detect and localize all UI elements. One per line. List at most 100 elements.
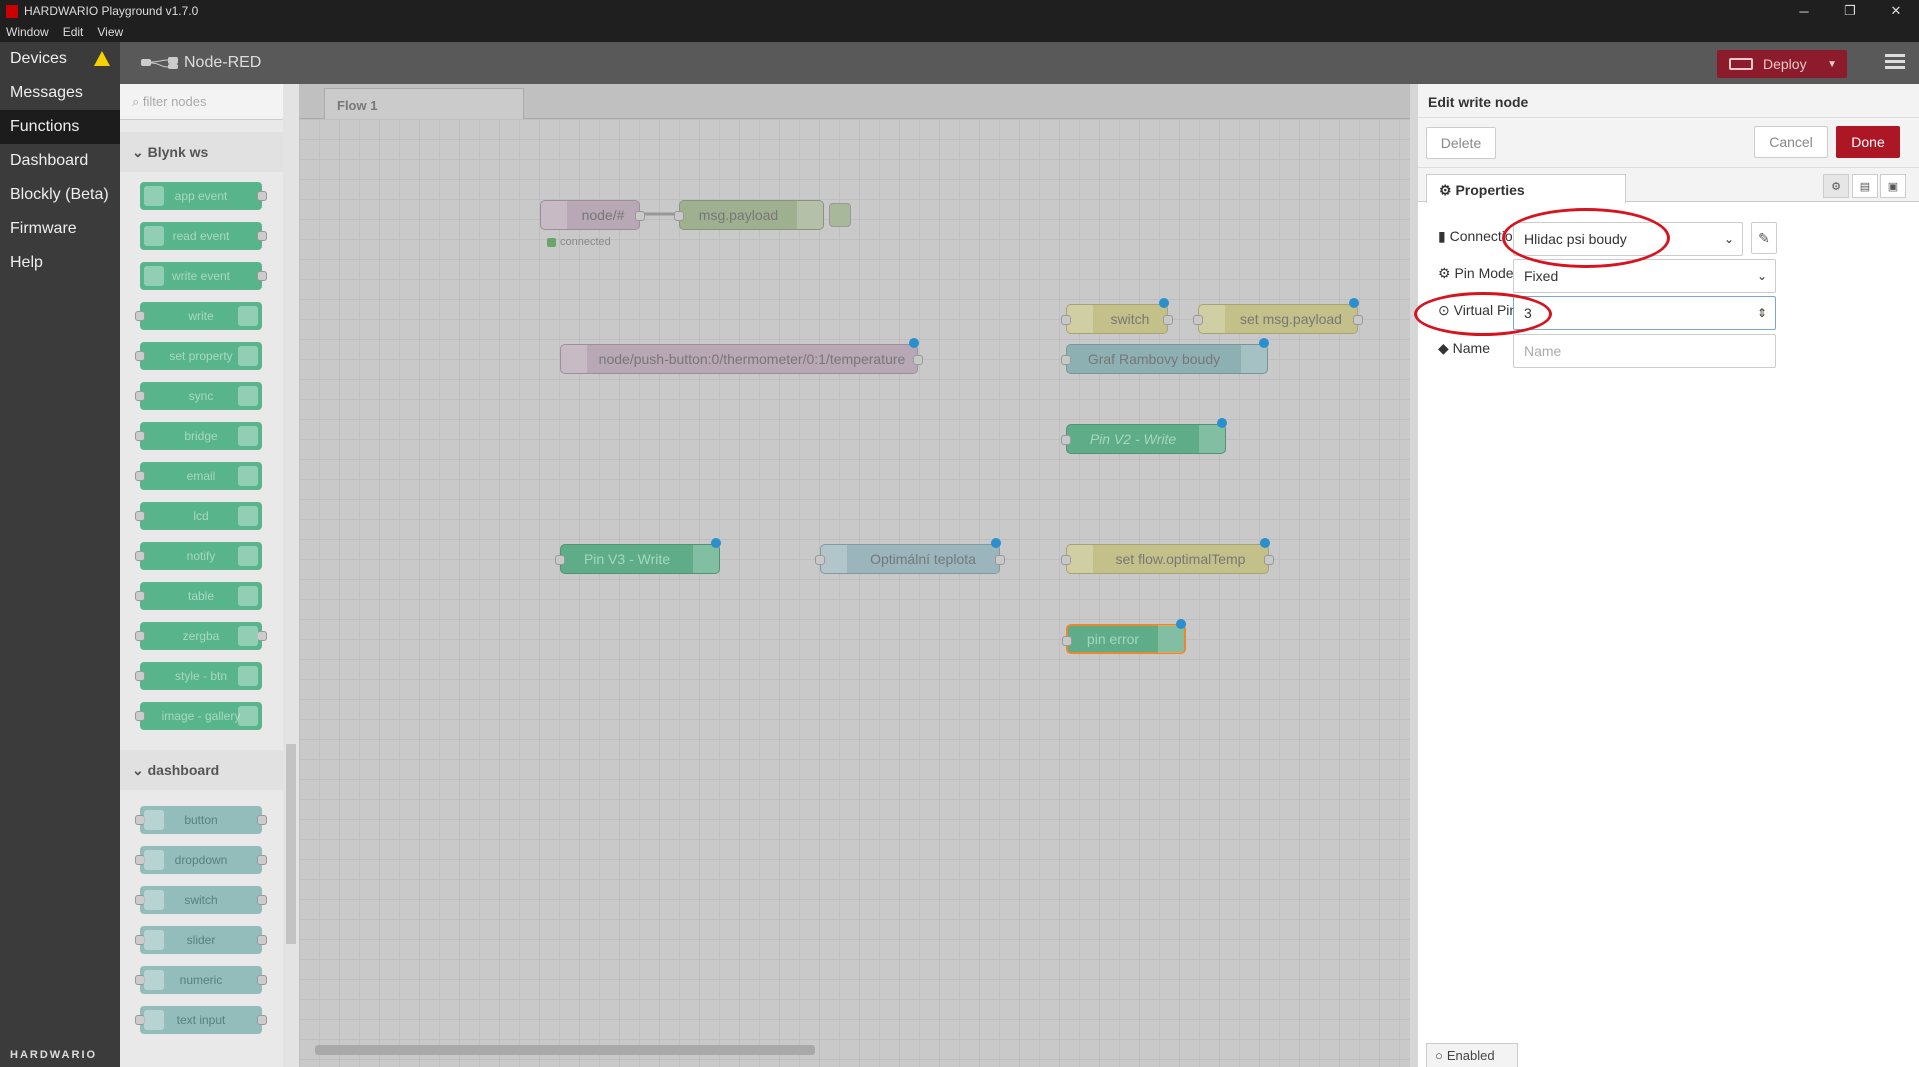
palette-node-label: style - btn	[174, 669, 228, 683]
palette-node[interactable]: table	[135, 582, 262, 610]
name-input[interactable]: Name	[1513, 334, 1776, 368]
workspace-canvas[interactable]: node/# connected msg.payload switch set …	[299, 119, 1410, 1067]
tray-title: Edit write node	[1418, 84, 1919, 118]
palette-node[interactable]: sync	[135, 382, 262, 410]
workspace-scrollbar[interactable]	[315, 1045, 815, 1055]
mqtt-in-node[interactable]: node/#	[540, 200, 645, 230]
menu-window[interactable]: Window	[6, 25, 49, 39]
chevron-down-icon: ⌄	[1723, 232, 1734, 246]
palette-node[interactable]: bridge	[135, 422, 262, 450]
palette-filter-input[interactable]: ⌕ filter nodes	[120, 84, 299, 120]
blynk-icon	[144, 186, 164, 206]
palette-node[interactable]: read event	[140, 222, 267, 250]
tab-properties[interactable]: ⚙ Properties	[1426, 174, 1626, 203]
tab-flow-1[interactable]: Flow 1	[324, 88, 524, 120]
email-icon	[238, 466, 258, 486]
nav-firmware[interactable]: Firmware	[0, 212, 120, 246]
deploy-button[interactable]: Deploy ▼	[1717, 50, 1847, 78]
nav-functions[interactable]: Functions	[0, 110, 120, 144]
nav-dashboard[interactable]: Dashboard	[0, 144, 120, 178]
hamburger-menu-icon[interactable]	[1885, 54, 1905, 72]
palette-node[interactable]: zergba	[135, 622, 267, 650]
palette-node[interactable]: write	[135, 302, 262, 330]
appearance-tab-icon[interactable]: ▣	[1880, 174, 1906, 198]
tray-toolbar: Delete Cancel Done	[1418, 118, 1919, 168]
palette-node[interactable]: notify	[135, 542, 262, 570]
chart-node[interactable]: Graf Rambovy boudy	[1061, 338, 1269, 374]
palette-node[interactable]: button	[135, 806, 267, 834]
node-label: set flow.optimalTemp	[1115, 551, 1246, 567]
left-navigation: Devices Messages Functions Dashboard Blo…	[0, 42, 120, 1067]
slider-icon	[144, 930, 164, 950]
node-label: pin error	[1086, 631, 1140, 647]
category-label: dashboard	[147, 762, 220, 778]
changed-indicator	[909, 338, 919, 348]
palette-node[interactable]: slider	[135, 926, 267, 954]
debug-node[interactable]: msg.payload	[674, 200, 824, 230]
nav-help[interactable]: Help	[0, 246, 120, 280]
image-icon	[238, 706, 258, 726]
cancel-button[interactable]: Cancel	[1754, 126, 1828, 158]
palette-node-label: set property	[169, 349, 233, 363]
close-button[interactable]: ✕	[1873, 0, 1919, 22]
spinner-icon[interactable]: ⇕	[1757, 306, 1767, 320]
changed-indicator	[1349, 298, 1359, 308]
palette-node[interactable]: app event	[140, 182, 267, 210]
settings-tab-icon[interactable]: ⚙	[1823, 174, 1849, 198]
changed-indicator	[1259, 338, 1269, 348]
nav-blockly[interactable]: Blockly (Beta)	[0, 178, 120, 212]
menu-view[interactable]: View	[97, 25, 123, 39]
maximize-button[interactable]: ❐	[1827, 0, 1873, 22]
palette-node[interactable]: dropdown	[135, 846, 267, 874]
set-flow-node[interactable]: set flow.optimalTemp	[1061, 538, 1274, 574]
palette-node[interactable]: lcd	[135, 502, 262, 530]
menu-edit[interactable]: Edit	[63, 25, 84, 39]
enabled-toggle[interactable]: ○ Enabled	[1426, 1043, 1518, 1067]
node-label: switch	[1110, 311, 1150, 327]
bridge-icon	[238, 426, 258, 446]
changed-indicator	[1217, 418, 1227, 428]
nav-messages[interactable]: Messages	[0, 76, 120, 110]
palette-node[interactable]: set property	[135, 342, 262, 370]
menu-bar: Window Edit View	[0, 22, 1919, 42]
palette-category-blynk[interactable]: ⌄ Blynk ws	[120, 132, 299, 172]
blynk-icon	[238, 346, 258, 366]
palette-category-dashboard[interactable]: ⌄ dashboard	[120, 750, 299, 790]
delete-button[interactable]: Delete	[1426, 127, 1496, 159]
description-tab-icon[interactable]: ▤	[1852, 174, 1878, 198]
numeric-node[interactable]: Optimální teplota	[815, 538, 1005, 574]
palette-node-label: write event	[171, 269, 231, 283]
palette-node[interactable]: text input	[135, 1006, 267, 1034]
gear-icon: ⚙	[1439, 182, 1456, 198]
palette-node[interactable]: style - btn	[135, 662, 262, 690]
numeric-icon	[144, 970, 164, 990]
palette-node-label: dropdown	[174, 853, 228, 867]
blynk-icon	[144, 266, 164, 286]
palette-node[interactable]: switch	[135, 886, 267, 914]
pin-v2-write-node[interactable]: Pin V2 - Write	[1061, 418, 1227, 454]
flow-workspace[interactable]: Flow 1 node/# connected msg.payload swit…	[299, 84, 1410, 1067]
scrollbar-thumb[interactable]	[286, 744, 296, 944]
chevron-down-icon[interactable]: ▼	[1827, 59, 1837, 70]
edit-connection-button[interactable]: ✎	[1751, 222, 1777, 254]
wires	[553, 212, 685, 216]
select-value: Fixed	[1524, 268, 1559, 284]
debug-toggle-button[interactable]	[829, 203, 851, 227]
done-button[interactable]: Done	[1836, 126, 1900, 158]
minimize-button[interactable]: ─	[1781, 0, 1827, 22]
palette-node[interactable]: email	[135, 462, 262, 490]
palette-node[interactable]: image - gallery	[135, 702, 262, 730]
filter-placeholder: filter nodes	[142, 94, 207, 109]
nav-devices[interactable]: Devices	[0, 42, 120, 76]
pin-v3-write-node[interactable]: Pin V3 - Write	[555, 538, 721, 574]
palette-node[interactable]: write event	[140, 262, 267, 290]
switch-node[interactable]: switch	[1061, 298, 1173, 334]
mqtt-temperature-node[interactable]: node/push-button:0/thermometer/0:1/tempe…	[560, 338, 923, 374]
virtual-pin-input[interactable]: 3 ⇕	[1513, 296, 1776, 330]
gauge-icon	[1241, 345, 1267, 373]
palette-node[interactable]: numeric	[135, 966, 267, 994]
pin-error-node[interactable]: pin error	[1062, 619, 1186, 654]
palette-scrollbar[interactable]	[283, 84, 299, 1067]
change-node[interactable]: set msg.payload	[1193, 298, 1363, 334]
flow-tab-bar: Flow 1	[299, 84, 1410, 120]
